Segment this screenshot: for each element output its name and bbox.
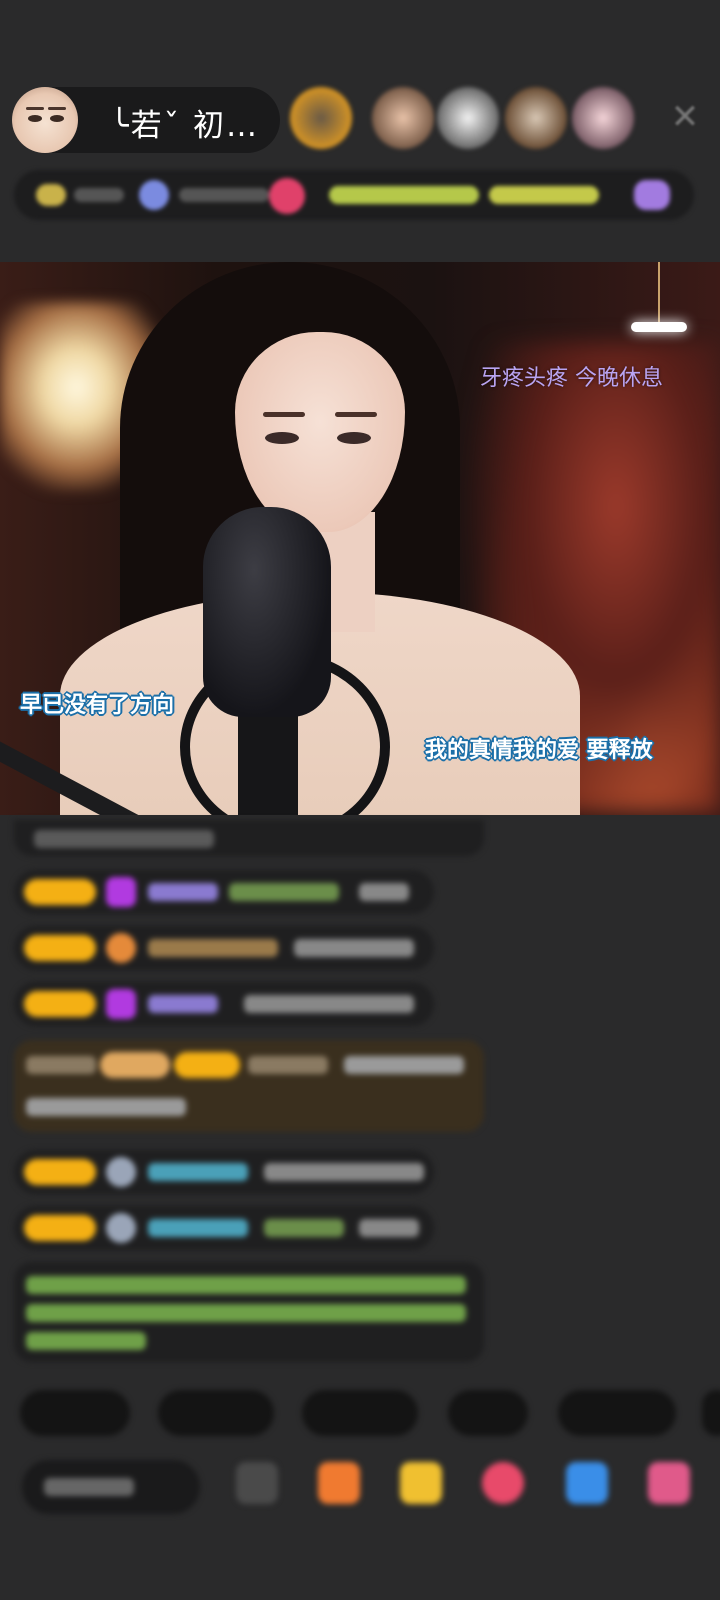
viewer-avatar[interactable] (372, 87, 434, 149)
lyric-line-right: 我的真情我的爱 要释放 (425, 738, 653, 763)
gift-icon[interactable] (400, 1462, 442, 1504)
game-icon[interactable] (566, 1462, 608, 1504)
host-avatar[interactable] (12, 87, 78, 153)
quick-chip[interactable] (702, 1390, 720, 1436)
host-name[interactable]: ╰若ˇ 初… (110, 100, 259, 145)
chat-system-message (14, 1262, 484, 1362)
chat-message (14, 1150, 434, 1194)
quick-chip[interactable] (558, 1390, 676, 1436)
chat-message (14, 870, 434, 914)
quick-chip[interactable] (20, 1390, 130, 1436)
chat-message (14, 982, 434, 1026)
quick-chip[interactable] (302, 1390, 418, 1436)
chat-message (14, 820, 484, 856)
emoji-icon[interactable] (236, 1462, 278, 1504)
viewer-avatar[interactable] (572, 87, 634, 149)
viewer-avatar[interactable] (290, 87, 352, 149)
close-icon[interactable]: ✕ (668, 100, 702, 134)
quick-chip[interactable] (448, 1390, 528, 1436)
gift-box-icon[interactable] (318, 1462, 360, 1504)
chat-message (14, 926, 434, 970)
viewer-avatar[interactable] (505, 87, 567, 149)
live-video[interactable]: 牙疼头疼 今晚休息 早已没有了方向 我的真情我的爱 要释放 (0, 262, 720, 815)
lamp-cord (658, 262, 660, 324)
lyric-line-left: 早已没有了方向 (20, 693, 175, 718)
chat-input[interactable] (22, 1460, 200, 1514)
chat-message-highlight (14, 1040, 484, 1132)
room-info-bar[interactable] (14, 170, 694, 220)
more-icon[interactable] (648, 1462, 690, 1504)
heart-gift-icon[interactable] (482, 1462, 524, 1504)
lamp (631, 322, 687, 332)
chat-message (14, 1206, 434, 1250)
viewer-avatar[interactable] (437, 87, 499, 149)
quick-chip[interactable] (158, 1390, 274, 1436)
microphone (203, 507, 331, 717)
stream-notice: 牙疼头疼 今晚休息 (480, 366, 663, 391)
